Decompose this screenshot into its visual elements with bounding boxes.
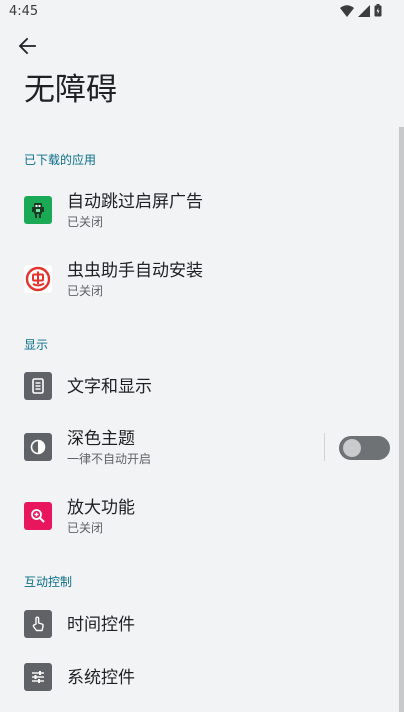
status-icons <box>340 4 382 17</box>
setting-summary: 已关闭 <box>67 215 104 229</box>
text-display-icon <box>24 372 52 400</box>
setting-title: 自动跳过启屏广告 <box>67 192 203 212</box>
setting-title: 文字和显示 <box>67 377 152 397</box>
setting-item-magnification[interactable]: 放大功能 已关闭 <box>0 487 398 547</box>
section-header-interaction-controls: 互动控制 <box>24 575 73 589</box>
robot-app-icon <box>24 196 52 224</box>
section-header-display: 显示 <box>24 338 49 352</box>
toggle-divider <box>324 433 325 461</box>
setting-summary: 已关闭 <box>67 284 104 298</box>
setting-item-system-controls[interactable]: 系统控件 <box>0 648 398 708</box>
dark-theme-toggle[interactable] <box>339 436 390 460</box>
arrow-back-icon <box>18 37 36 59</box>
setting-item-timing-controls[interactable]: 时间控件 <box>0 595 398 655</box>
setting-item-text-and-display[interactable]: 文字和显示 <box>0 357 398 417</box>
status-bar: 4:45 <box>0 0 404 24</box>
setting-item-dark-theme[interactable]: 深色主题 一律不自动开启 <box>0 418 398 478</box>
system-controls-icon <box>24 663 52 691</box>
touch-timing-icon <box>24 610 52 638</box>
section-header-downloaded-apps: 已下载的应用 <box>24 153 97 167</box>
toggle-knob <box>343 439 361 457</box>
dark-theme-icon <box>24 433 52 461</box>
setting-summary: 已关闭 <box>67 521 104 535</box>
wifi-icon <box>340 4 354 17</box>
magnification-icon <box>24 502 52 530</box>
page-title: 无障碍 <box>24 72 117 108</box>
setting-title: 深色主题 <box>67 429 135 449</box>
battery-icon <box>374 4 382 17</box>
setting-title: 放大功能 <box>67 498 135 518</box>
chongchong-app-icon <box>24 265 52 293</box>
setting-summary: 一律不自动开启 <box>67 452 152 466</box>
back-button[interactable] <box>12 33 42 63</box>
status-time: 4:45 <box>9 4 39 19</box>
scrollbar[interactable] <box>399 127 404 712</box>
accessibility-settings-screen: 4:45 无障碍 已下载的应用 自动跳过启屏广告 已关闭 虫虫助手自动安装 已关… <box>0 0 404 712</box>
setting-item-auto-skip-ads[interactable]: 自动跳过启屏广告 已关闭 <box>0 181 398 241</box>
setting-title: 系统控件 <box>67 668 135 688</box>
setting-item-chongchong-auto-install[interactable]: 虫虫助手自动安装 已关闭 <box>0 250 398 310</box>
setting-title: 时间控件 <box>67 615 135 635</box>
setting-title: 虫虫助手自动安装 <box>67 261 203 281</box>
cellular-signal-icon <box>358 4 370 17</box>
